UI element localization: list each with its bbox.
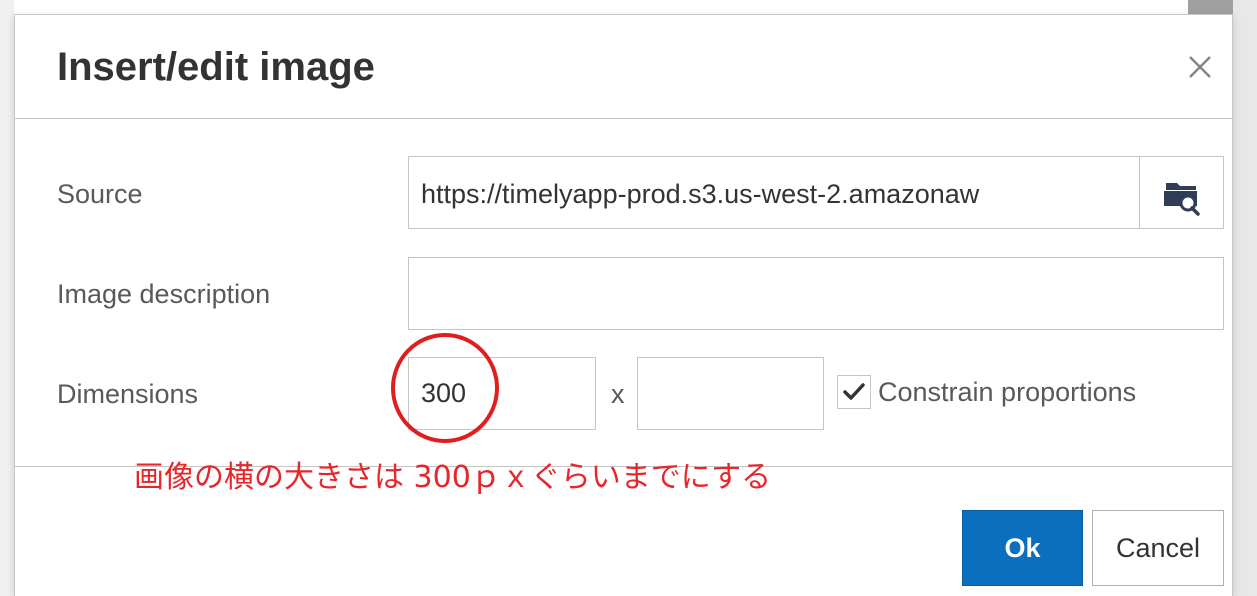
dimension-separator: x <box>611 379 625 409</box>
dimensions-label: Dimensions <box>57 379 199 409</box>
ok-button[interactable]: Ok <box>962 510 1083 586</box>
browse-button[interactable] <box>1139 157 1223 228</box>
source-input[interactable]: https://timelyapp-prod.s3.us-west-2.amaz… <box>421 179 1135 210</box>
folder-search-icon <box>1164 183 1200 216</box>
checkmark-icon <box>843 383 865 400</box>
source-label: Source <box>57 179 143 209</box>
close-icon[interactable] <box>1182 49 1218 85</box>
constrain-label[interactable]: Constrain proportions <box>878 377 1136 408</box>
dialog-header: Insert/edit image <box>15 15 1232 119</box>
width-input[interactable] <box>408 357 596 430</box>
source-field[interactable]: https://timelyapp-prod.s3.us-west-2.amaz… <box>408 156 1224 229</box>
page-backdrop <box>0 0 14 596</box>
height-input[interactable] <box>637 357 824 430</box>
description-input[interactable] <box>408 257 1224 330</box>
cancel-button[interactable]: Cancel <box>1092 510 1224 586</box>
annotation-note: 画像の横の大きさは 300ｐｘぐらいまでにする <box>134 460 772 495</box>
constrain-checkbox[interactable] <box>837 375 871 409</box>
insert-image-dialog: Insert/edit image Source https://timelya… <box>14 14 1233 596</box>
page-backdrop-right <box>1233 0 1257 596</box>
description-label: Image description <box>57 279 271 309</box>
dialog-title: Insert/edit image <box>57 45 375 89</box>
